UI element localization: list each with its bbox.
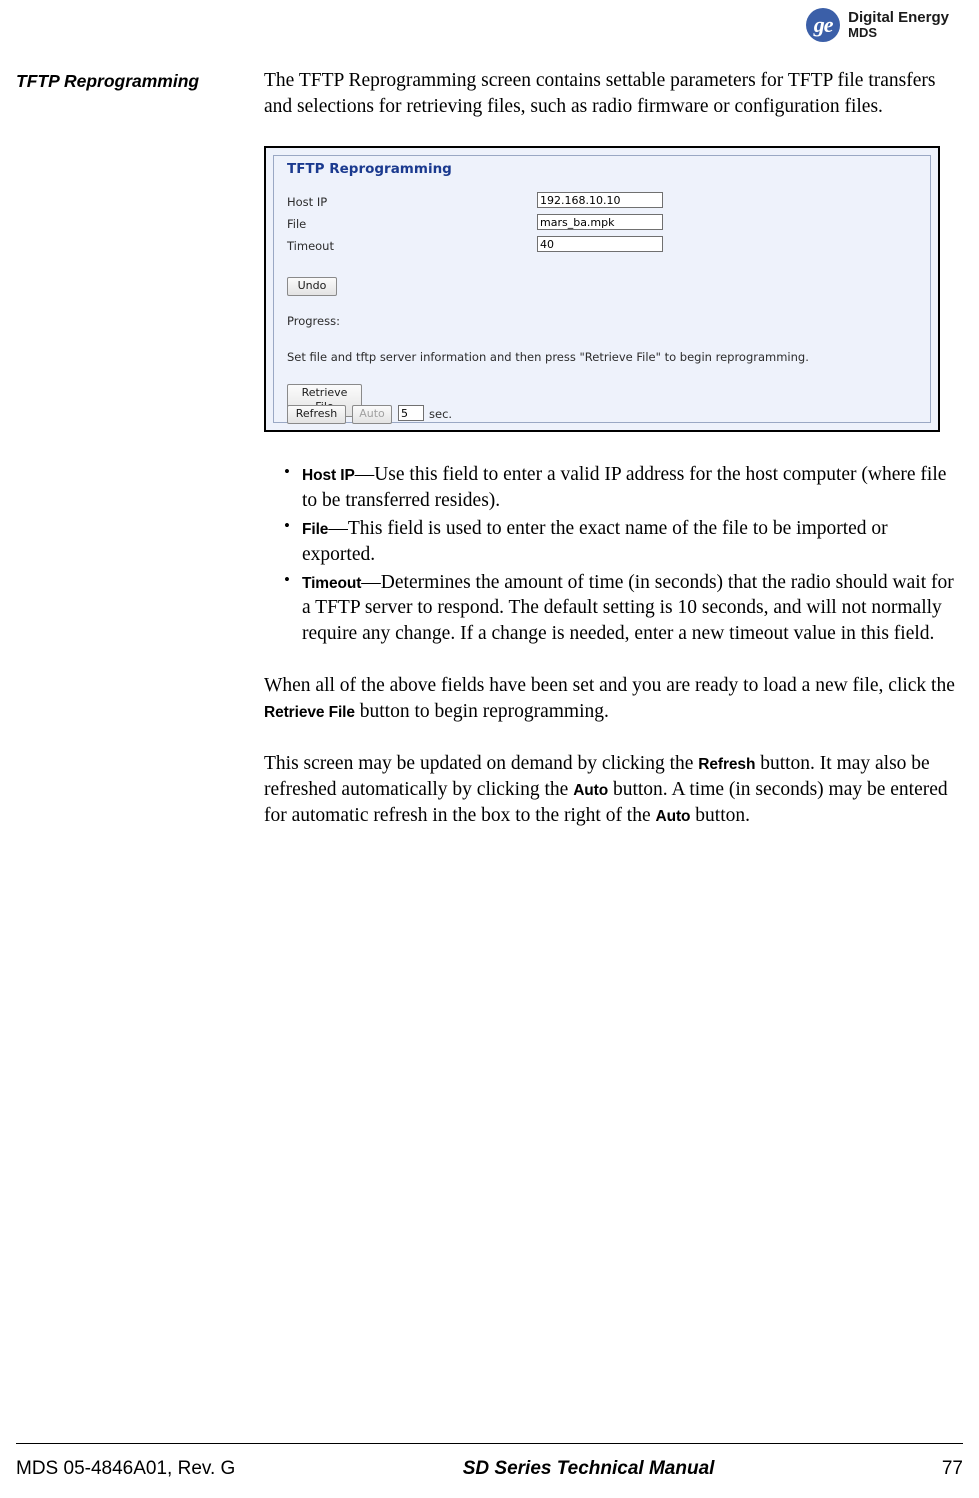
auto-button[interactable]: Auto — [352, 404, 392, 424]
timeout-label: Timeout — [287, 238, 334, 253]
brand-line-2: MDS — [848, 25, 878, 41]
bullet-term-host-ip: Host IP — [302, 466, 355, 484]
sec-label: sec. — [429, 406, 453, 421]
bullet-term-file: File — [302, 520, 329, 538]
refresh-text-4: button. — [690, 804, 751, 826]
brand-line-1: Digital Energy — [848, 9, 949, 27]
file-input[interactable]: mars_ba.mpk — [537, 213, 663, 230]
file-label: File — [287, 216, 307, 231]
bullet-text-timeout: —Determines the amount of time (in secon… — [302, 571, 954, 645]
status-text: Set file and tftp server information and… — [287, 349, 809, 364]
refresh-paragraph: This screen may be updated on demand by … — [264, 751, 964, 829]
undo-button[interactable]: Undo — [287, 276, 337, 296]
progress-label: Progress: — [287, 313, 340, 328]
tftp-reprogramming-screenshot: TFTP Reprogramming Host IP 192.168.10.10… — [264, 145, 940, 432]
brand-text: Digital Energy MDS — [848, 10, 949, 39]
brand-logo: ge Digital Energy MDS — [806, 8, 949, 42]
intro-paragraph: The TFTP Reprogramming screen contains s… — [264, 70, 936, 117]
field-description-list: Host IP—Use this field to enter a valid … — [264, 461, 964, 648]
main-content: The TFTP Reprogramming screen contains s… — [264, 68, 964, 829]
refresh-term-3: Auto — [655, 807, 691, 825]
bullet-term-timeout: Timeout — [302, 574, 362, 592]
refresh-button[interactable]: Refresh — [287, 404, 346, 424]
auto-seconds-input[interactable]: 5 — [398, 404, 424, 421]
refresh-term-2: Auto — [573, 782, 609, 800]
list-item: Host IP—Use this field to enter a valid … — [264, 461, 964, 514]
list-item: File—This field is used to enter the exa… — [264, 515, 964, 568]
host-ip-label: Host IP — [287, 194, 328, 209]
footer-doc-number: MDS 05-4846A01, Rev. G — [16, 1458, 236, 1479]
bullet-text-host-ip: —Use this field to enter a valid IP addr… — [302, 463, 947, 511]
screenshot-panel: TFTP Reprogramming Host IP 192.168.10.10… — [273, 154, 931, 424]
document-page: ge Digital Energy MDS TFTP Reprogramming… — [0, 0, 979, 1498]
timeout-input[interactable]: 40 — [537, 235, 663, 252]
refresh-text-1: This screen may be updated on demand by … — [264, 753, 699, 775]
refresh-term-1: Refresh — [698, 756, 756, 774]
page-title: TFTP Reprogramming — [16, 71, 200, 91]
retrieve-paragraph: When all of the above fields have been s… — [264, 673, 964, 725]
retrieve-term: Retrieve File — [264, 704, 355, 722]
footer-manual-title: SD Series Technical Manual — [462, 1458, 715, 1479]
retrieve-before: When all of the above fields have been s… — [264, 675, 955, 697]
page-footer: MDS 05-4846A01, Rev. G SD Series Technic… — [16, 1458, 963, 1480]
ge-logo-icon: ge — [806, 8, 841, 42]
retrieve-after: button to begin reprogramming. — [354, 701, 609, 723]
host-ip-input[interactable]: 192.168.10.10 — [537, 191, 663, 208]
list-item: Timeout—Determines the amount of time (i… — [264, 569, 964, 648]
screenshot-title: TFTP Reprogramming — [287, 160, 452, 177]
footer-divider — [16, 1443, 963, 1444]
bullet-text-file: —This field is used to enter the exact n… — [302, 517, 888, 565]
footer-page-number: 77 — [941, 1458, 963, 1479]
